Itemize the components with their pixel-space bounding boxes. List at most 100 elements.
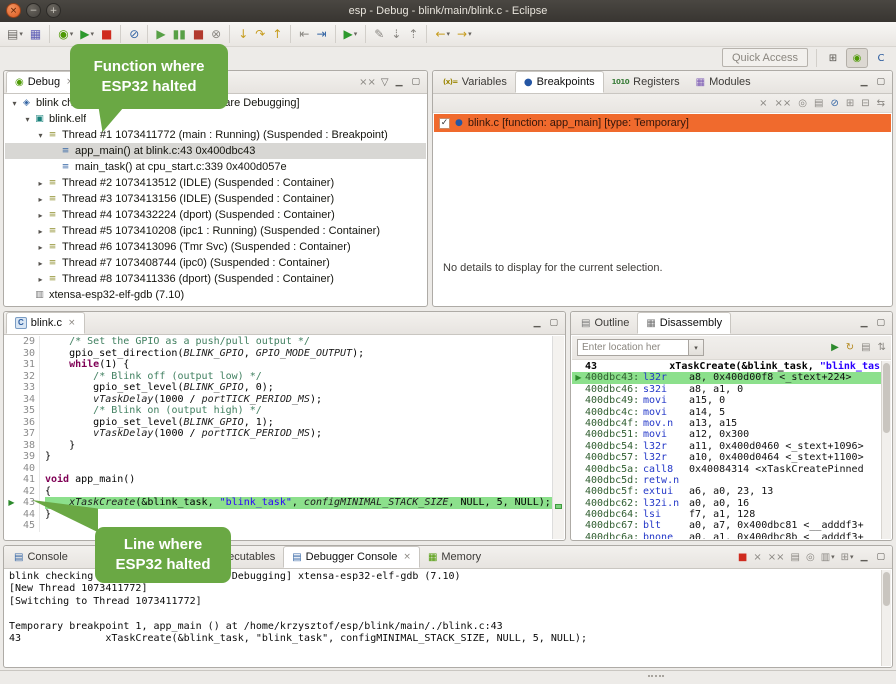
window-minimize-button[interactable]: − [26, 3, 41, 18]
locate-pc-button[interactable]: ▶ [831, 342, 839, 353]
annotation-ruler[interactable] [5, 348, 18, 360]
disassembly-row[interactable]: 400dbc54:l32ra11, 0x400d0460 <_stext+109… [572, 441, 881, 452]
disassembly-row[interactable]: 400dbc5d:retw.n [572, 475, 881, 486]
disassembly-row[interactable]: 43 xTaskCreate(&blink_task, "blink_tas [572, 361, 881, 372]
close-icon[interactable]: × [403, 552, 411, 562]
go-to-file-for-breakpoint-button[interactable]: ▤ [814, 98, 823, 109]
scrollbar[interactable] [881, 361, 891, 539]
annotation-ruler[interactable] [5, 428, 18, 440]
instruction-stepping-button[interactable]: ⇥ [313, 24, 329, 44]
remove-all-terminated-button[interactable]: ×× [768, 552, 785, 563]
annotation-ruler[interactable] [5, 509, 18, 521]
suspend-button[interactable]: ▮▮ [170, 24, 189, 44]
overview-ruler[interactable] [552, 336, 564, 539]
debug-button[interactable]: ◉▾ [55, 24, 76, 44]
annotation-ruler[interactable] [5, 417, 18, 429]
step-return-button[interactable]: ↑ [269, 24, 285, 44]
disassembly-row[interactable]: 400dbc5a:call80x40084314 <xTaskCreatePin… [572, 464, 881, 475]
maximize-button[interactable]: ▢ [874, 77, 887, 87]
debug-tree-item[interactable]: ▸≡Thread #6 1073413096 (Tmr Svc) (Suspen… [5, 239, 426, 255]
window-maximize-button[interactable]: + [46, 3, 61, 18]
tab-memory[interactable]: ▦Memory [420, 546, 489, 568]
maximize-button[interactable]: ▢ [874, 318, 887, 328]
expand-icon[interactable]: ▸ [35, 179, 46, 188]
debug-perspective-button[interactable]: ◉ [846, 48, 868, 68]
run-button[interactable]: ▶▾ [77, 24, 97, 44]
disassembly-listing[interactable]: 43 xTaskCreate(&blink_task, "blink_tas▶4… [572, 361, 881, 539]
remove-all-terminated-button[interactable]: ×× [359, 77, 376, 88]
disassembly-row[interactable]: 400dbc49:movia15, 0 [572, 395, 881, 406]
collapse-all-button[interactable]: ⊟ [861, 98, 869, 109]
annotation-ruler[interactable] [5, 520, 18, 532]
disassembly-row[interactable]: 400dbc5f:extuia6, a0, 23, 13 [572, 486, 881, 497]
save-button[interactable]: ▦ [27, 24, 44, 44]
step-into-button[interactable]: ↓ [235, 24, 251, 44]
debugger-console-output[interactable]: blink checking [GDB OpenOCD Hardware Deb… [5, 570, 881, 666]
annotation-ruler[interactable] [5, 474, 18, 486]
tab-registers[interactable]: 1010Registers [604, 71, 688, 93]
forward-button[interactable]: →▾ [454, 24, 475, 44]
annotation-ruler[interactable] [5, 394, 18, 406]
link-with-debug-view-button[interactable]: ⇆ [877, 98, 885, 109]
open-perspective-button[interactable]: ⊞ [822, 48, 844, 68]
scrollbar[interactable] [881, 570, 891, 666]
editor-line[interactable]: 36 gpio_set_level(BLINK_GPIO, 1); [5, 417, 552, 429]
sync-with-active-context-button[interactable]: ⇅ [878, 342, 886, 353]
collapse-icon[interactable]: ▾ [35, 131, 46, 140]
editor-line[interactable]: 37 vTaskDelay(1000 / portTICK_PERIOD_MS)… [5, 428, 552, 440]
breakpoint-row[interactable]: ✓ ● blink.c [function: app_main] [type: … [434, 114, 891, 132]
editor-line[interactable]: 29 /* Set the GPIO as a push/pull output… [5, 336, 552, 348]
disassembly-row[interactable]: 400dbc57:l32ra10, 0x400d0464 <_stext+110… [572, 452, 881, 463]
previous-annotation-button[interactable]: ⇡ [405, 24, 421, 44]
annotation-ruler[interactable] [5, 359, 18, 371]
skip-all-breakpoints-button[interactable]: ⊘ [830, 98, 838, 109]
expand-icon[interactable]: ▸ [35, 227, 46, 236]
step-over-button[interactable]: ↷ [252, 24, 268, 44]
editor-line[interactable]: 42{ [5, 486, 552, 498]
mark-occurrences-button[interactable]: ✎ [371, 24, 387, 44]
debug-tree-item[interactable]: ▥xtensa-esp32-elf-gdb (7.10) [5, 287, 426, 303]
terminate-button[interactable]: ■ [190, 24, 207, 44]
scrollbar-thumb[interactable] [883, 363, 890, 433]
disassembly-row[interactable]: 400dbc4c:movia14, 5 [572, 407, 881, 418]
title-bar[interactable]: × − + esp - Debug - blink/main/blink.c -… [0, 0, 896, 22]
editor-line[interactable]: 30 gpio_set_direction(BLINK_GPIO, GPIO_M… [5, 348, 552, 360]
drop-to-frame-button[interactable]: ⇤ [296, 24, 312, 44]
disassembly-row[interactable]: 400dbc46:s32ia8, a1, 0 [572, 384, 881, 395]
tab-debugger-console[interactable]: ▤Debugger Console× [283, 546, 420, 568]
disassembly-row[interactable]: 400dbc62:l32i.na0, a0, 16 [572, 498, 881, 509]
debug-tree-item[interactable]: ▾≡Thread #1 1073411772 (main : Running) … [5, 127, 426, 143]
collapse-icon[interactable]: ▾ [9, 99, 20, 108]
breakpoint-checkbox[interactable]: ✓ [439, 118, 450, 129]
stop-button[interactable]: ■ [98, 24, 115, 44]
tab-modules[interactable]: ▦Modules [688, 71, 759, 93]
external-tools-button[interactable]: ▶▾ [341, 24, 361, 44]
show-source-button[interactable]: ▤ [861, 342, 870, 353]
editor-line[interactable]: 32 /* Blink off (output low) */ [5, 371, 552, 383]
debug-tree-item[interactable]: ▸≡Thread #4 1073432224 (dport) (Suspende… [5, 207, 426, 223]
cpp-perspective-button[interactable]: C [870, 48, 892, 68]
maximize-button[interactable]: ▢ [547, 318, 560, 328]
editor-line[interactable]: 31 while(1) { [5, 359, 552, 371]
debug-tree-item[interactable]: ▸≡Thread #2 1073413512 (IDLE) (Suspended… [5, 175, 426, 191]
collapse-icon[interactable]: ▾ [22, 115, 33, 124]
annotation-ruler[interactable] [5, 405, 18, 417]
tab-variables[interactable]: (x)=Variables [435, 71, 515, 93]
expand-icon[interactable]: ▸ [35, 243, 46, 252]
debug-tree-item[interactable]: ≡app_main() at blink.c:43 0x400dbc43 [5, 143, 426, 159]
terminate-button[interactable]: ■ [738, 552, 747, 563]
scrollbar-thumb[interactable] [883, 572, 890, 606]
minimize-button[interactable]: ▁ [532, 318, 543, 328]
expand-all-button[interactable]: ⊞ [846, 98, 854, 109]
remove-all-breakpoints-button[interactable]: ×× [774, 98, 791, 109]
resume-button[interactable]: ▶ [153, 24, 168, 44]
instruction-pointer-icon[interactable]: ▶ [5, 497, 18, 509]
tab-console[interactable]: ▤Console [6, 546, 76, 568]
window-close-button[interactable]: × [6, 3, 21, 18]
disassembly-row[interactable]: 400dbc4f:mov.na13, a15 [572, 418, 881, 429]
editor-line[interactable]: 33 gpio_set_level(BLINK_GPIO, 0); [5, 382, 552, 394]
maximize-button[interactable]: ▢ [874, 552, 887, 562]
open-console-button[interactable]: ⊞▾ [841, 552, 854, 563]
minimize-button[interactable]: ▁ [859, 552, 870, 562]
debug-tree-item[interactable]: ▸≡Thread #7 1073408744 (ipc0) (Suspended… [5, 255, 426, 271]
